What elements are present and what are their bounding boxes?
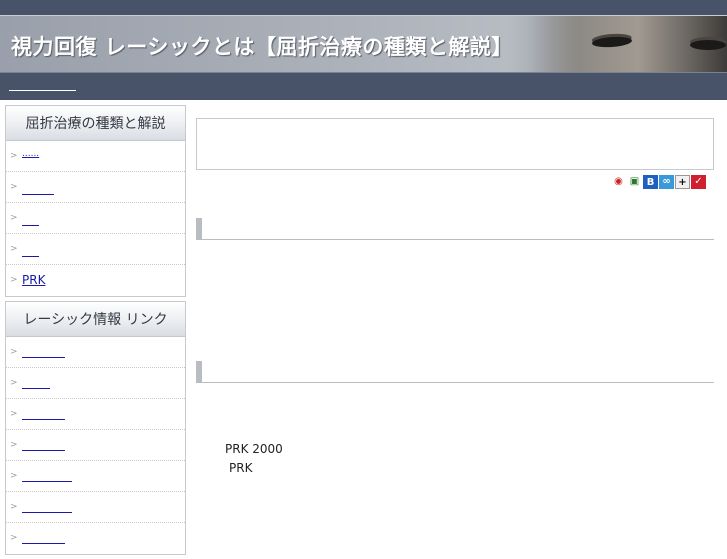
nav-bar	[0, 73, 727, 100]
top-bar	[0, 0, 727, 15]
section-heading-2	[196, 361, 714, 383]
section-heading-1	[196, 218, 714, 240]
header-face-image	[530, 16, 727, 72]
google-bookmark-icon[interactable]: ▣	[627, 175, 642, 189]
chevron-right-icon: >	[10, 409, 18, 419]
sidebar-link[interactable]: ......	[22, 149, 39, 159]
sidebar-item[interactable]: >	[6, 368, 185, 399]
sidebar-item[interactable]: > ......	[6, 141, 185, 172]
body-text-line: PRK 2000	[225, 442, 283, 456]
sidebar-item[interactable]: >	[6, 234, 185, 265]
chevron-right-icon: >	[10, 502, 18, 512]
header-banner: 視力回復 レーシックとは【屈折治療の種類と解説】	[0, 15, 727, 73]
chevron-right-icon: >	[10, 182, 18, 192]
sidebar-item[interactable]: >	[6, 203, 185, 234]
sidebar-item[interactable]: >	[6, 172, 185, 203]
social-bookmark-bar: ◉ ▣ B ∞ + ✓	[611, 175, 706, 189]
eye-right	[690, 40, 726, 50]
sidebar-link[interactable]	[22, 543, 65, 544]
sidebar-item-prk[interactable]: > PRK	[6, 265, 185, 296]
chevron-right-icon: >	[10, 471, 18, 481]
sidebar-link[interactable]	[22, 225, 39, 226]
sidebar-item[interactable]: >	[6, 523, 185, 554]
site-title[interactable]: 視力回復 レーシックとは【屈折治療の種類と解説】	[11, 31, 513, 61]
chevron-right-icon: >	[10, 347, 18, 357]
sidebar-link[interactable]	[22, 388, 50, 389]
chevron-right-icon: >	[10, 378, 18, 388]
sidebar-link[interactable]	[22, 450, 65, 451]
sidebar-item[interactable]: >	[6, 337, 185, 368]
sidebar-item[interactable]: >	[6, 399, 185, 430]
sidebar-section-links: レーシック情報 リンク > > > > > > >	[5, 301, 186, 555]
yahoo-bookmark-icon[interactable]: ◉	[611, 175, 626, 189]
sidebar-link[interactable]	[22, 357, 65, 358]
chevron-right-icon: >	[10, 275, 18, 285]
hatena-bookmark-icon[interactable]: B	[643, 175, 658, 189]
sidebar-item[interactable]: >	[6, 461, 185, 492]
sidebar-link[interactable]	[22, 194, 54, 195]
body-text-line: PRK	[229, 461, 253, 475]
chevron-right-icon: >	[10, 151, 18, 161]
sidebar-item[interactable]: >	[6, 492, 185, 523]
sidebar-heading: 屈折治療の種類と解説	[6, 106, 185, 141]
chevron-right-icon: >	[10, 440, 18, 450]
sidebar-heading: レーシック情報 リンク	[6, 302, 185, 337]
sidebar: 屈折治療の種類と解説 > ...... > > > > PRK レーシック情報 …	[5, 105, 186, 559]
sidebar-link[interactable]	[22, 481, 72, 482]
sidebar-item[interactable]: >	[6, 430, 185, 461]
buzzurl-icon[interactable]: ✓	[691, 175, 706, 189]
chevron-right-icon: >	[10, 244, 18, 254]
sidebar-link[interactable]	[22, 419, 65, 420]
chevron-right-icon: >	[10, 533, 18, 543]
nav-link-home[interactable]	[9, 90, 76, 91]
eye-left	[591, 35, 633, 49]
sidebar-link[interactable]	[22, 512, 72, 513]
delicious-icon[interactable]: +	[675, 175, 690, 189]
livedoor-clip-icon[interactable]: ∞	[659, 175, 674, 189]
sidebar-section-treatments: 屈折治療の種類と解説 > ...... > > > > PRK	[5, 105, 186, 297]
chevron-right-icon: >	[10, 213, 18, 223]
content-intro-box	[196, 118, 714, 170]
sidebar-link[interactable]	[22, 256, 39, 257]
sidebar-link-prk[interactable]: PRK	[22, 273, 45, 287]
